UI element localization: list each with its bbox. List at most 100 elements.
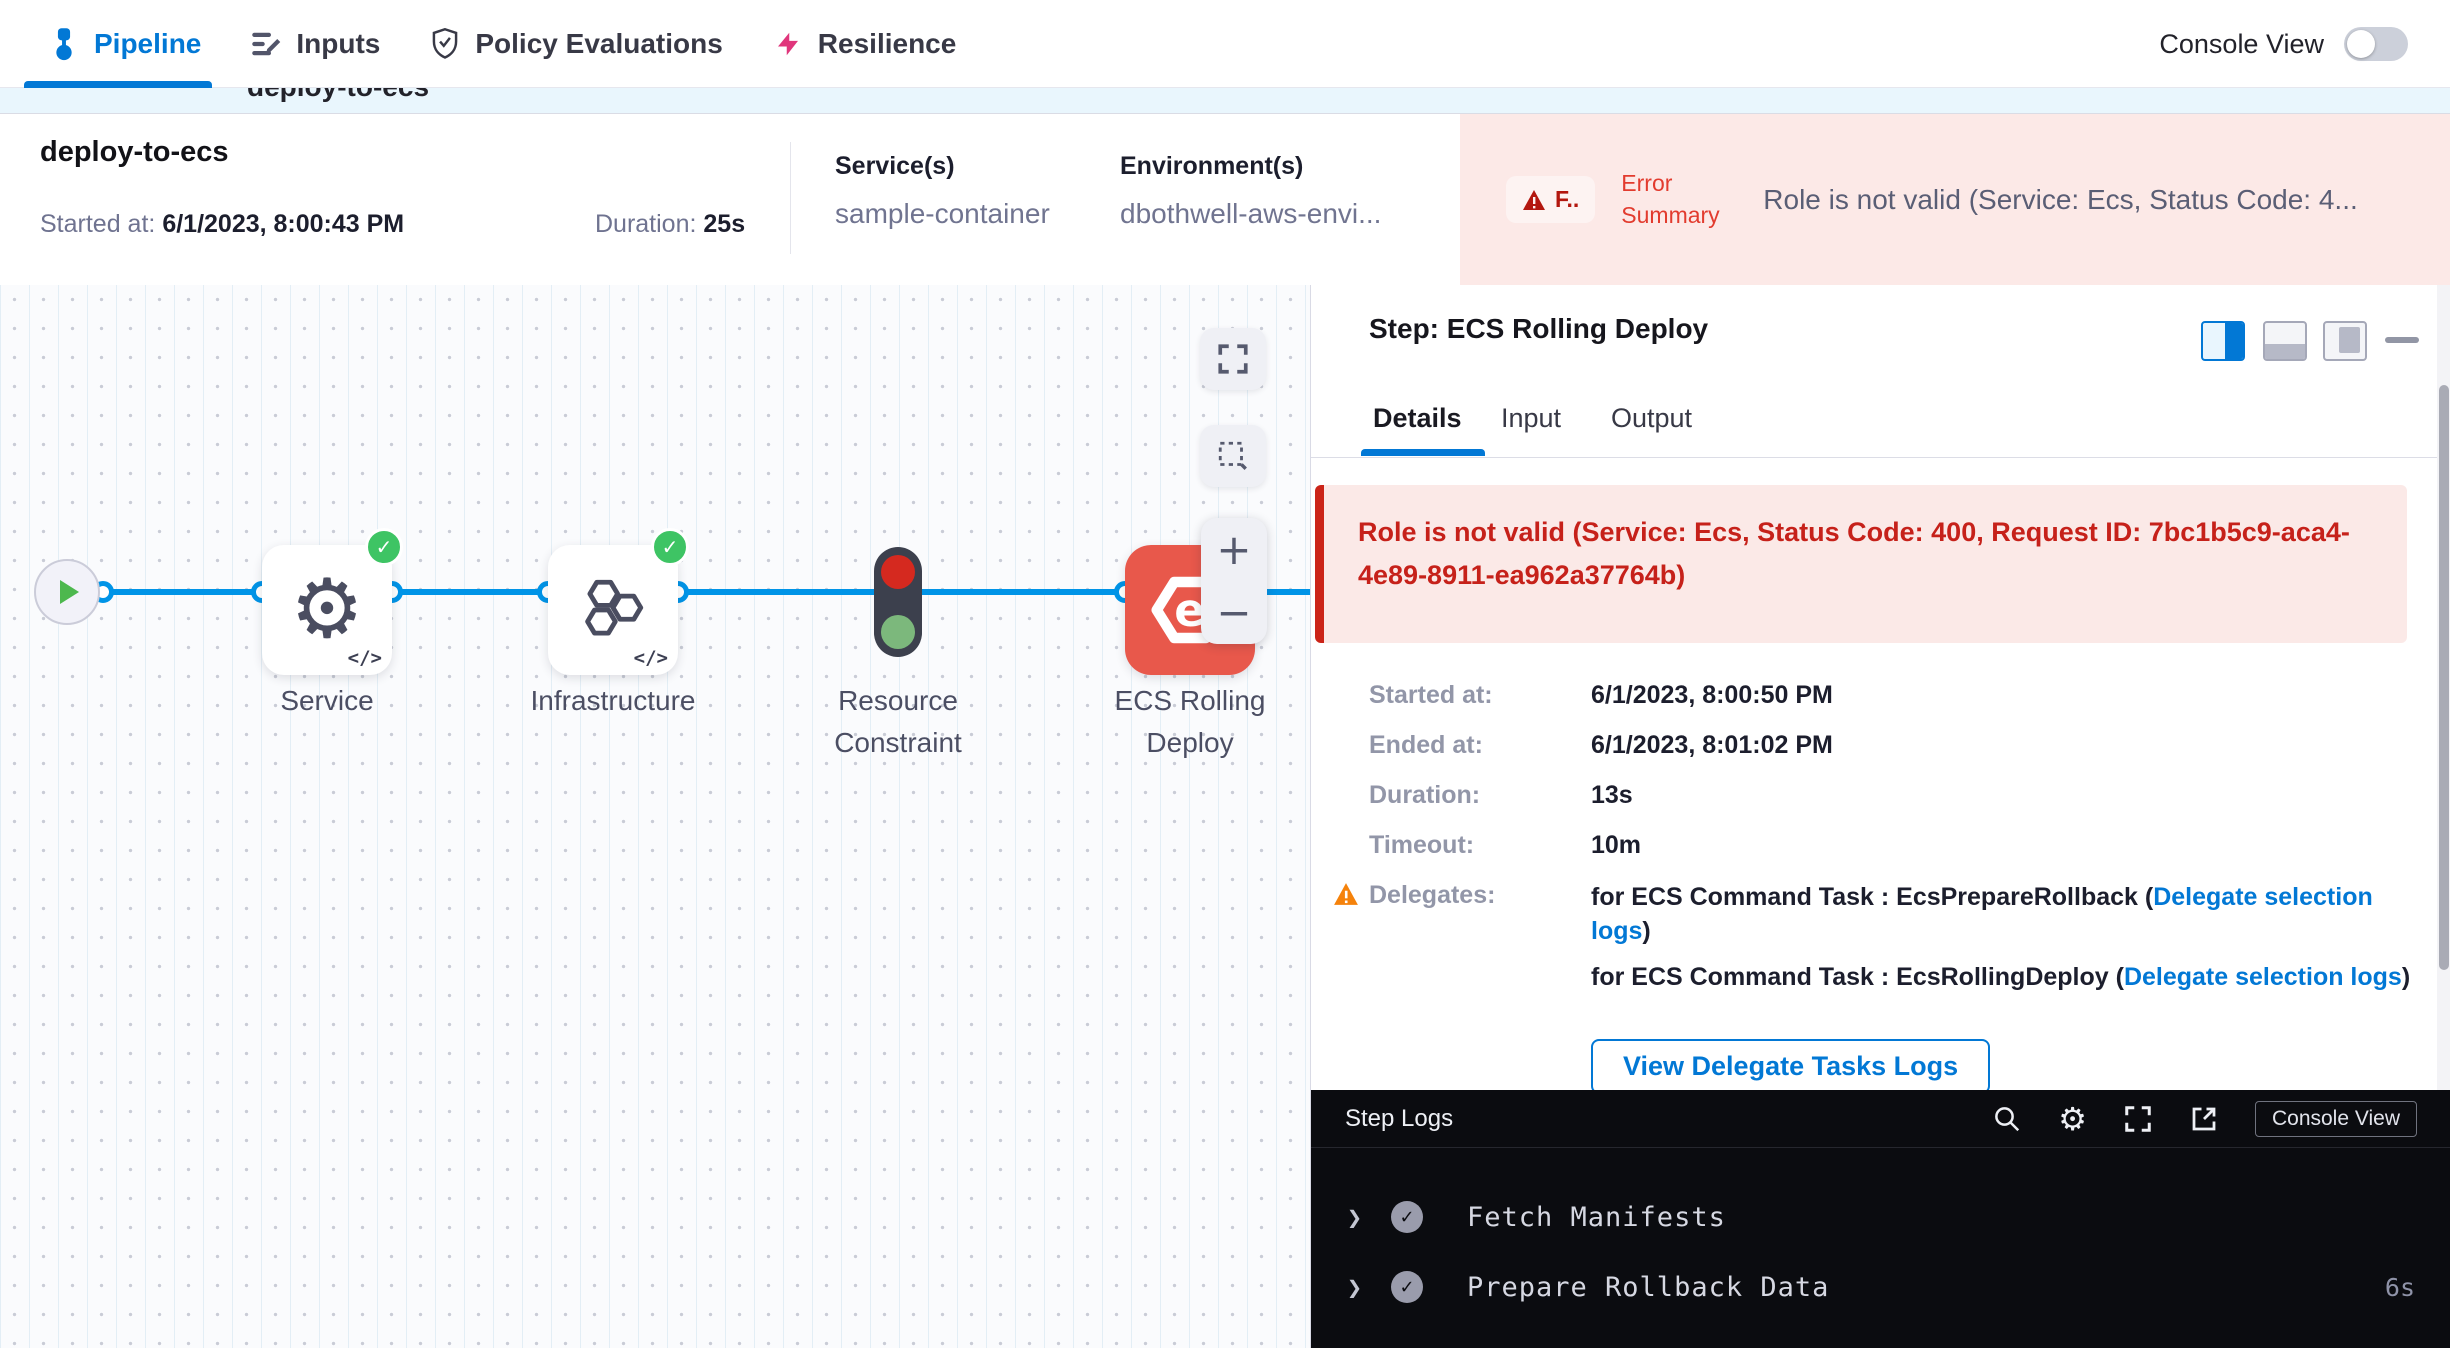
top-nav: Pipeline Inputs Policy Evaluations Resil…	[0, 0, 2450, 88]
step-panel-title: Step: ECS Rolling Deploy	[1369, 313, 1708, 345]
detail-value: 6/1/2023, 8:01:02 PM	[1591, 731, 1833, 760]
tab-policy-evaluations[interactable]: Policy Evaluations	[430, 28, 722, 60]
tab-inputs[interactable]: Inputs	[251, 28, 380, 60]
chevron-right-icon[interactable]: ❯	[1347, 1273, 1391, 1302]
step-details-list: Started at: 6/1/2023, 8:00:50 PM Ended a…	[1369, 681, 2429, 1094]
log-entry-duration: 6s	[2385, 1273, 2415, 1302]
log-settings-gear-icon[interactable]: ⚙	[2058, 1103, 2087, 1135]
delegate-text: )	[1642, 917, 1650, 945]
layout-bottom-panel-icon[interactable]	[2263, 321, 2307, 361]
detail-row: Ended at: 6/1/2023, 8:01:02 PM	[1369, 731, 2429, 760]
connector-line	[922, 589, 1125, 595]
log-entry-label: Prepare Rollback Data	[1467, 1272, 2385, 1303]
expand-logs-icon[interactable]	[2123, 1104, 2153, 1134]
active-tab-indicator	[1361, 449, 1485, 456]
started-label: Started at:	[40, 210, 155, 238]
resilience-chaos-icon	[773, 29, 803, 59]
console-view-toggle[interactable]	[2344, 27, 2408, 61]
environments-value[interactable]: dbothwell-aws-envi...	[1120, 198, 1381, 230]
delegates-lines: for ECS Command Task : EcsPrepareRollbac…	[1591, 881, 2429, 1006]
connector-line	[103, 589, 262, 595]
status-badge: F..	[1506, 176, 1595, 223]
tab-pipeline[interactable]: Pipeline	[49, 27, 201, 61]
node-label-service: Service	[217, 680, 437, 722]
detail-value: 10m	[1591, 831, 1641, 860]
tab-row-border	[1311, 457, 2437, 458]
zoom-in-button[interactable]: +	[1201, 518, 1267, 581]
zoom-out-button[interactable]: −	[1201, 581, 1267, 644]
node-label-resource-constraint: Resource Constraint	[788, 680, 1008, 764]
minimize-panel-icon[interactable]	[2385, 337, 2419, 343]
delegates-label: Delegates:	[1369, 881, 1495, 909]
error-summary-bar: F.. Error Summary Role is not valid (Ser…	[1460, 114, 2450, 285]
started-value: 6/1/2023, 8:00:43 PM	[162, 210, 404, 238]
code-icon: </>	[348, 647, 382, 669]
tab-resilience[interactable]: Resilience	[773, 28, 957, 60]
scrolled-title-strip: deploy-to-ecs	[0, 88, 2450, 114]
detail-label: Ended at:	[1369, 731, 1591, 760]
delegate-line: for ECS Command Task : EcsPrepareRollbac…	[1591, 881, 2429, 949]
connector-line	[678, 589, 874, 595]
nav-tabs: Pipeline Inputs Policy Evaluations Resil…	[49, 0, 956, 88]
error-summary-message[interactable]: Role is not valid (Service: Ecs, Status …	[1763, 184, 2450, 216]
traffic-red-light	[881, 555, 915, 589]
delegate-selection-logs-link[interactable]: Delegate selection logs	[2124, 963, 2402, 991]
console-view-label: Console View	[2159, 29, 2324, 60]
panel-scrollbar-thumb[interactable]	[2439, 385, 2449, 970]
log-entry[interactable]: ❯ ✓ Fetch Manifests	[1311, 1182, 2450, 1252]
step-logs-title: Step Logs	[1345, 1105, 1992, 1133]
code-icon: </>	[634, 647, 668, 669]
canvas-fullscreen-button[interactable]	[1200, 328, 1266, 390]
layout-right-panel-icon[interactable]	[2201, 321, 2245, 361]
inputs-icon	[251, 29, 281, 59]
header-divider	[790, 142, 791, 254]
run-started: Started at: 6/1/2023, 8:00:43 PM	[40, 210, 404, 239]
chevron-right-icon[interactable]: ❯	[1347, 1203, 1391, 1232]
delegates-label-wrap: Delegates:	[1369, 881, 1591, 1006]
delegate-line: for ECS Command Task : EcsRollingDeploy …	[1591, 961, 2429, 995]
log-success-check-icon: ✓	[1391, 1271, 1423, 1303]
run-duration: Duration: 25s	[595, 210, 745, 239]
pipeline-start-node[interactable]	[34, 559, 100, 625]
tab-label: Policy Evaluations	[475, 28, 722, 60]
log-entry[interactable]: ❯ ✓ Prepare Rollback Data 6s	[1311, 1252, 2450, 1322]
tab-details[interactable]: Details	[1373, 403, 1462, 434]
log-entries: ❯ ✓ Fetch Manifests ❯ ✓ Prepare Rollback…	[1311, 1148, 2450, 1322]
tab-output[interactable]: Output	[1611, 403, 1692, 434]
layout-floating-panel-icon[interactable]	[2323, 321, 2367, 361]
step-error-message: Role is not valid (Service: Ecs, Status …	[1315, 485, 2407, 643]
toggle-knob	[2347, 30, 2375, 58]
open-external-icon[interactable]	[2189, 1104, 2219, 1134]
active-tab-indicator	[24, 81, 212, 88]
services-value[interactable]: sample-container	[835, 198, 1050, 230]
tab-label: Resilience	[818, 28, 957, 60]
layout-fill	[2225, 323, 2243, 359]
pipeline-canvas[interactable]: ⚙ </> ✓ Service </> ✓ Infrastructure Res…	[0, 285, 1310, 1348]
error-summary-label: Error Summary	[1621, 168, 1737, 230]
fullscreen-icon	[1216, 342, 1250, 376]
marquee-select-icon	[1216, 439, 1250, 473]
detail-row: Duration: 13s	[1369, 781, 2429, 810]
step-logs-panel: Step Logs ⚙ Console View ❯ ✓ Fetch Manif…	[1311, 1090, 2450, 1348]
node-service[interactable]: ⚙ </> ✓	[262, 545, 392, 675]
delegate-text: for ECS Command Task : EcsRollingDeploy …	[1591, 963, 2124, 991]
clipped-run-title: deploy-to-ecs	[247, 88, 429, 103]
traffic-green-light	[881, 615, 915, 649]
detail-label: Timeout:	[1369, 831, 1591, 860]
tab-input[interactable]: Input	[1501, 403, 1561, 434]
layout-fill	[2339, 327, 2360, 353]
step-logs-header: Step Logs ⚙ Console View	[1311, 1090, 2450, 1148]
delegates-row: Delegates: for ECS Command Task : EcsPre…	[1369, 881, 2429, 1006]
canvas-select-button[interactable]	[1200, 425, 1266, 487]
node-infrastructure[interactable]: </> ✓	[548, 545, 678, 675]
status-badge-label: F..	[1555, 186, 1579, 213]
delegates-warning-icon	[1333, 882, 1359, 906]
view-delegate-tasks-logs-button[interactable]: View Delegate Tasks Logs	[1591, 1039, 1990, 1094]
pipeline-icon	[49, 27, 79, 61]
search-icon[interactable]	[1992, 1104, 2022, 1134]
detail-value: 13s	[1591, 781, 1633, 810]
canvas-zoom-panel: + −	[1201, 518, 1267, 644]
tab-label: Pipeline	[94, 28, 201, 60]
logs-console-view-button[interactable]: Console View	[2255, 1101, 2417, 1137]
node-resource-constraint[interactable]	[874, 547, 922, 657]
